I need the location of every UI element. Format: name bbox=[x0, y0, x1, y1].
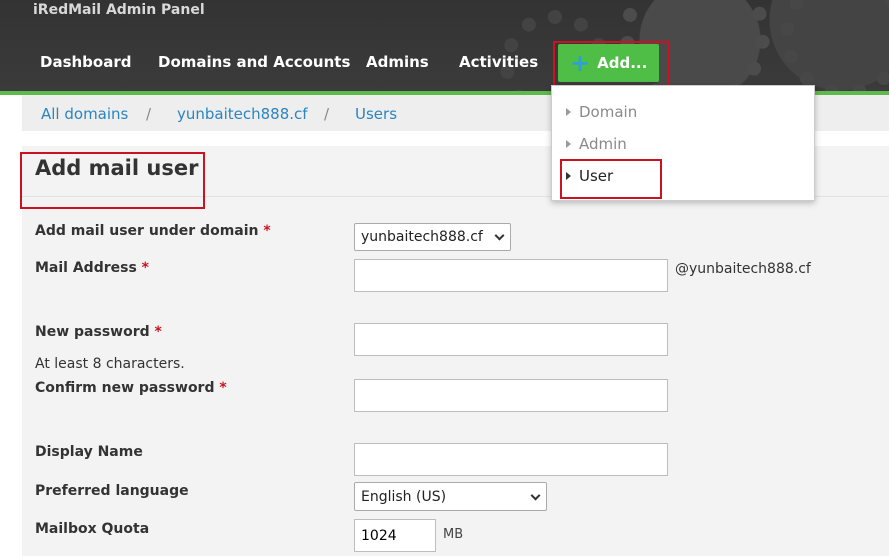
domain-select-value: yunbaitech888.cf bbox=[361, 229, 483, 245]
required-mark: * bbox=[141, 260, 149, 276]
chevron-down-icon bbox=[530, 490, 541, 501]
required-mark: * bbox=[263, 223, 271, 239]
language-select[interactable]: English (US) bbox=[354, 482, 547, 511]
menu-item-label: Domain bbox=[579, 103, 638, 121]
menu-item-label: Admin bbox=[579, 135, 627, 153]
app-title: iRedMail Admin Panel bbox=[33, 2, 205, 18]
display-name-label: Display Name bbox=[35, 444, 143, 460]
highlight-box-user bbox=[560, 159, 662, 199]
highlight-box-title bbox=[20, 152, 205, 209]
new-password-input[interactable] bbox=[354, 323, 668, 356]
confirm-password-input[interactable] bbox=[354, 379, 668, 412]
chevron-down-icon bbox=[494, 230, 505, 241]
breadcrumb-all-domains[interactable]: All domains bbox=[41, 105, 128, 123]
mail-domain-suffix: @yunbaitech888.cf bbox=[675, 261, 811, 277]
breadcrumb-users[interactable]: Users bbox=[355, 105, 397, 123]
mail-address-label: Mail Address * bbox=[35, 260, 149, 276]
nav-dashboard[interactable]: Dashboard bbox=[40, 53, 131, 71]
mail-address-input[interactable] bbox=[354, 259, 668, 292]
caret-right-icon bbox=[566, 108, 571, 116]
mail-address-label-text: Mail Address bbox=[35, 260, 137, 276]
breadcrumb-separator: / bbox=[324, 105, 330, 123]
display-name-input[interactable] bbox=[354, 443, 668, 476]
required-mark: * bbox=[219, 380, 227, 396]
menu-item-admin[interactable]: Admin bbox=[552, 130, 814, 158]
preferred-language-label: Preferred language bbox=[35, 483, 189, 499]
new-password-label: New password * bbox=[35, 324, 162, 340]
mailbox-quota-label: Mailbox Quota bbox=[35, 521, 150, 537]
nav-admins[interactable]: Admins bbox=[366, 53, 429, 71]
new-password-label-text: New password bbox=[35, 324, 150, 340]
nav-domains-and-accounts[interactable]: Domains and Accounts bbox=[158, 53, 350, 71]
mailbox-quota-input[interactable] bbox=[354, 519, 436, 552]
breadcrumb-domain[interactable]: yunbaitech888.cf bbox=[177, 105, 308, 123]
confirm-password-label: Confirm new password * bbox=[35, 380, 227, 396]
language-select-value: English (US) bbox=[361, 488, 447, 505]
breadcrumb-separator: / bbox=[146, 105, 152, 123]
top-navbar: iRedMail Admin Panel Dashboard Domains a… bbox=[0, 0, 889, 91]
domain-select[interactable]: yunbaitech888.cf bbox=[354, 223, 511, 251]
caret-right-icon bbox=[566, 140, 571, 148]
required-mark: * bbox=[154, 324, 162, 340]
confirm-password-label-text: Confirm new password bbox=[35, 380, 215, 396]
domain-label-text: Add mail user under domain bbox=[35, 223, 259, 239]
menu-item-domain[interactable]: Domain bbox=[552, 98, 814, 126]
quota-unit: MB bbox=[443, 527, 464, 542]
nav-activities[interactable]: Activities bbox=[459, 53, 538, 71]
gear-decoration bbox=[780, 0, 889, 91]
domain-label: Add mail user under domain * bbox=[35, 223, 271, 239]
highlight-box-add bbox=[553, 41, 669, 87]
password-hint: At least 8 characters. bbox=[35, 356, 185, 372]
